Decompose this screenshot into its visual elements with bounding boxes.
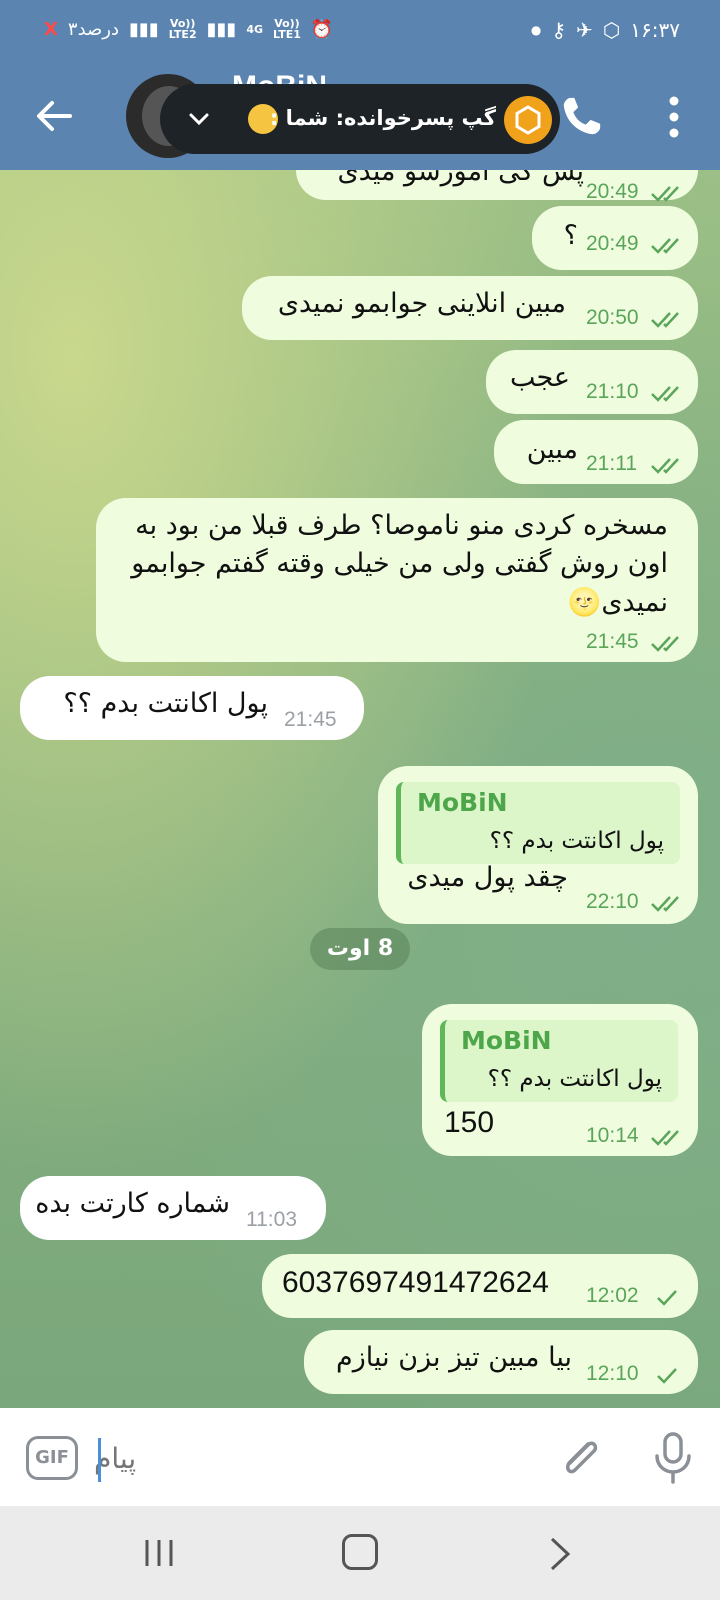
back-chevron-icon[interactable] [546, 1536, 574, 1572]
message-time: 20:49 [586, 180, 639, 203]
message-bubble[interactable]: مبین انلاینی جوابمو نمیدی 20:50 [242, 276, 698, 340]
message-text: پس کی آمورشو میدی [337, 170, 584, 187]
message-input-bar: GIF [0, 1408, 720, 1506]
telegram-icon: ✈ [576, 18, 593, 42]
vpn-icon: ⬡ [602, 18, 621, 42]
chat-header: MoBiN گپ پسرخوانده: شما : [0, 66, 720, 170]
volte-lte1-label: Vo)) LTE1 [273, 17, 301, 41]
reply-quote[interactable]: MoBiN پول اکانتت بدم ؟؟ [396, 782, 680, 864]
double-check-icon [651, 386, 679, 402]
message-bubble[interactable]: MoBiN پول اکانتت بدم ؟؟ 150 10:14 [422, 1004, 698, 1156]
message-time: 21:11 [586, 452, 637, 475]
message-bubble[interactable]: عجب 21:10 [486, 350, 698, 414]
notification-text: گپ پسرخوانده: شما : [269, 106, 496, 130]
message-text: پول اکانتت بدم ؟؟ [63, 688, 268, 719]
message-text: چقد پول میدی [407, 862, 568, 893]
signal-icon: ▮▮▮ [129, 18, 159, 40]
message-text: 150 [444, 1106, 495, 1139]
double-check-icon [651, 312, 679, 328]
message-bubble[interactable]: ؟ 20:49 [532, 206, 698, 270]
more-options-icon[interactable] [652, 92, 696, 142]
message-time: 21:45 [586, 630, 639, 653]
double-check-icon [651, 238, 679, 254]
message-time: 22:10 [586, 890, 639, 913]
home-icon[interactable] [342, 1534, 378, 1570]
message-time: 20:50 [586, 306, 639, 329]
system-navigation-bar [0, 1506, 720, 1600]
dot-icon: ● [530, 23, 542, 37]
double-check-icon [651, 458, 679, 474]
battery-low-icon: X [44, 18, 58, 40]
message-time: 21:45 [284, 708, 337, 731]
status-time-area: ● ⚷ ✈ ⬡ ۱۶:۳۷ [531, 18, 680, 42]
status-indicators: X ۳درصد ▮▮▮ Vo)) LTE2 ▮▮▮ 4G Vo)) LTE1 ⏰ [44, 18, 333, 40]
message-bubble[interactable]: شماره کارتت بده 11:03 [20, 1176, 326, 1240]
message-time: 12:02 [586, 1284, 639, 1307]
message-text: مبین انلاینی جوابمو نمیدی [277, 288, 566, 319]
message-time: 12:10 [586, 1362, 639, 1385]
reply-author: MoBiN [461, 1026, 552, 1055]
key-icon: ⚷ [551, 18, 567, 42]
double-check-icon [651, 636, 679, 652]
back-arrow-icon[interactable] [30, 92, 78, 140]
signal-icon: ▮▮▮ [206, 18, 237, 40]
reply-author: MoBiN [417, 788, 508, 817]
recent-apps-icon[interactable] [142, 1536, 176, 1570]
message-bubble[interactable]: بیا مبین تیز بزن نیازم 12:10 [304, 1330, 698, 1394]
reply-quote[interactable]: MoBiN پول اکانتت بدم ؟؟ [440, 1020, 678, 1102]
battery-percent: ۳درصد [67, 18, 120, 40]
network-type-label: 4G [246, 22, 264, 36]
notification-pill[interactable]: گپ پسرخوانده: شما : [160, 84, 560, 154]
message-text-line: نمیدی🌝 [567, 587, 668, 618]
clock-time: ۱۶:۳۷ [630, 18, 680, 42]
message-bubble[interactable]: پول اکانتت بدم ؟؟ 21:45 [20, 676, 364, 740]
date-separator: 8 اوت [310, 928, 410, 970]
gif-button[interactable]: GIF [26, 1436, 78, 1480]
message-time: 10:14 [586, 1124, 639, 1147]
phone-icon[interactable] [558, 94, 604, 140]
message-input[interactable] [94, 1430, 534, 1486]
reply-text: پول اکانتت بدم ؟؟ [487, 1066, 662, 1092]
reply-text: پول اکانتت بدم ؟؟ [489, 828, 664, 854]
double-check-icon [651, 186, 679, 202]
text-caret [98, 1438, 101, 1482]
message-time: 11:03 [246, 1208, 297, 1231]
message-text-line: اون روش گفتی ولی من خیلی وقته گفتم جوابم… [131, 548, 668, 579]
message-bubble[interactable]: مسخره کردی منو ناموصا؟ طرف قبلا من بود ب… [96, 498, 698, 662]
message-text: بیا مبین تیز بزن نیازم [336, 1342, 572, 1373]
double-check-icon [651, 1130, 679, 1146]
app-logo-icon [504, 96, 552, 144]
message-bubble[interactable]: MoBiN پول اکانتت بدم ؟؟ چقد پول میدی 22:… [378, 766, 698, 924]
message-text: ؟ [563, 220, 578, 251]
microphone-icon[interactable] [650, 1430, 696, 1486]
chat-area[interactable]: پس کی آمورشو میدی 20:49 ؟ 20:49 مبین انل… [0, 170, 720, 1408]
message-time: 20:49 [586, 232, 639, 255]
message-bubble[interactable]: پس کی آمورشو میدی 20:49 [296, 170, 698, 203]
double-check-icon [651, 896, 679, 912]
message-text: عجب [509, 362, 570, 393]
status-bar: X ۳درصد ▮▮▮ Vo)) LTE2 ▮▮▮ 4G Vo)) LTE1 ⏰ ●… [0, 0, 720, 66]
chevron-down-icon[interactable] [184, 104, 214, 134]
message-bubble[interactable]: 6037697491472624 12:02 [262, 1254, 698, 1318]
message-text-line: مسخره کردی منو ناموصا؟ طرف قبلا من بود ب… [135, 510, 668, 541]
message-text: 6037697491472624 [282, 1266, 549, 1299]
volte-lte2-label: Vo)) LTE2 [168, 17, 197, 41]
message-text: مبین [526, 434, 578, 465]
alarm-icon: ⏰ [310, 18, 334, 40]
message-time: 21:10 [586, 380, 639, 403]
single-check-icon [657, 1290, 677, 1306]
single-check-icon [657, 1368, 677, 1384]
message-bubble[interactable]: مبین 21:11 [494, 420, 698, 484]
paperclip-icon[interactable] [556, 1432, 604, 1484]
message-text: شماره کارتت بده [35, 1188, 230, 1219]
